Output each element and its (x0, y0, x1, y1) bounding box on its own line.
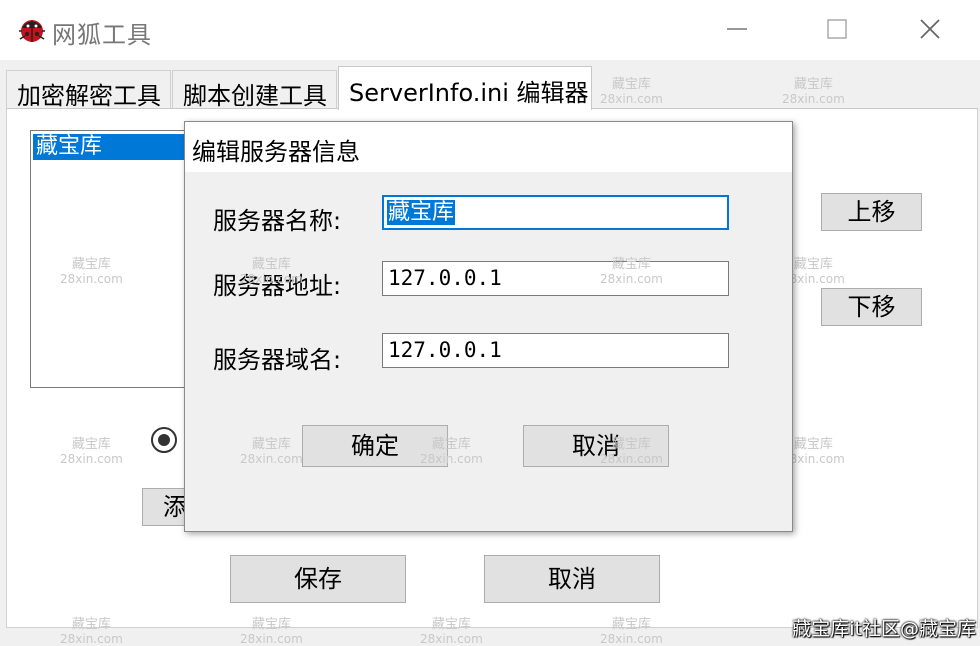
server-domain-label: 服务器域名: (213, 346, 342, 374)
list-item[interactable]: 藏宝库 (33, 134, 188, 160)
tab-encrypt-decrypt[interactable]: 加密解密工具 (6, 70, 171, 110)
tab-script-creator[interactable]: 脚本创建工具 (172, 70, 337, 110)
maximize-icon[interactable] (822, 14, 852, 44)
server-list[interactable] (30, 130, 190, 388)
watermark: 藏宝库 28xin.com (600, 77, 663, 107)
window-title: 网狐工具 (52, 21, 152, 49)
server-domain-field[interactable]: 127.0.0.1 (382, 333, 729, 368)
cancel-button[interactable]: 取消 (484, 555, 660, 603)
dialog-title: 编辑服务器信息 (192, 138, 360, 166)
server-address-field[interactable]: 127.0.0.1 (382, 261, 729, 296)
server-name-label: 服务器名称: (213, 207, 342, 235)
move-down-button[interactable]: 下移 (821, 288, 922, 326)
server-name-value: 藏宝库 (387, 200, 456, 225)
move-up-button[interactable]: 上移 (821, 193, 922, 231)
watermark: 藏宝库 28xin.com (782, 77, 845, 107)
edit-server-dialog (184, 121, 793, 532)
server-address-label: 服务器地址: (213, 272, 342, 300)
confirm-button[interactable]: 确定 (302, 425, 448, 467)
save-button[interactable]: 保存 (230, 555, 406, 603)
server-name-field[interactable]: 藏宝库 (382, 195, 729, 230)
dialog-cancel-button[interactable]: 取消 (523, 425, 669, 467)
footer-watermark: 藏宝库it社区@藏宝库 (792, 618, 976, 640)
ladybug-app-icon (19, 20, 45, 42)
close-icon[interactable] (915, 14, 945, 44)
minimize-icon[interactable] (722, 14, 752, 44)
radio-selected-dot (158, 434, 170, 446)
tab-serverinfo-editor[interactable]: ServerInfo.ini 编辑器 (338, 66, 592, 110)
